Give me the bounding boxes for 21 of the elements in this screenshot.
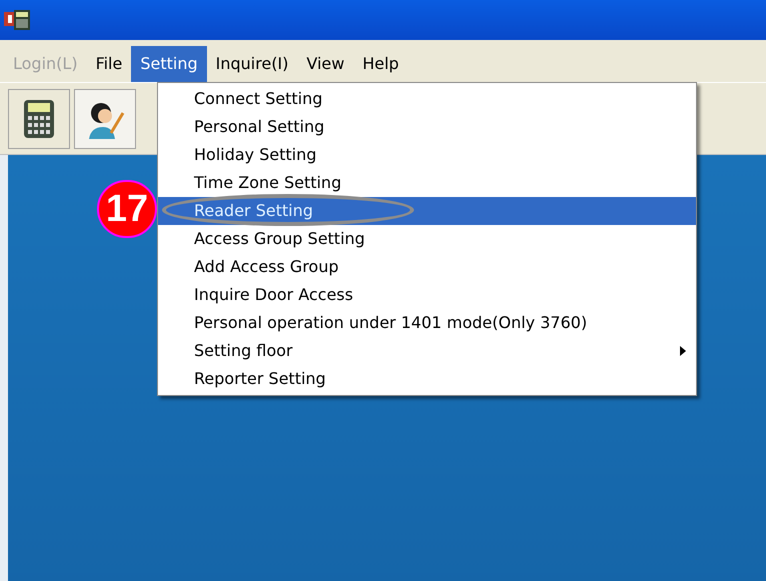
menu-option[interactable]: Reader Setting xyxy=(158,197,696,225)
menu-option[interactable]: Add Access Group xyxy=(158,253,696,281)
menu-option[interactable]: Personal Setting xyxy=(158,113,696,141)
menu-option[interactable]: Connect Setting xyxy=(158,85,696,113)
person-button[interactable] xyxy=(74,88,136,148)
menu-item[interactable]: Help xyxy=(353,46,408,82)
menu-option[interactable]: Inquire Door Access xyxy=(158,281,696,309)
menu-item[interactable]: Inquire(I) xyxy=(206,46,298,82)
submenu-arrow-icon xyxy=(680,346,686,356)
menu-item[interactable]: File xyxy=(86,46,132,82)
menu-item[interactable]: Setting xyxy=(131,46,207,82)
calculator-button[interactable] xyxy=(8,88,70,148)
menu-option[interactable]: Time Zone Setting xyxy=(158,169,696,197)
menu-option[interactable]: Setting floor xyxy=(158,337,696,365)
menu-option[interactable]: Access Group Setting xyxy=(158,225,696,253)
menu-option[interactable]: Holiday Setting xyxy=(158,141,696,169)
menu-option[interactable]: Personal operation under 1401 mode(Only 3760) xyxy=(158,309,696,337)
menu-item[interactable]: View xyxy=(298,46,354,82)
menu-option[interactable]: Reporter Setting xyxy=(158,365,696,393)
calculator-icon xyxy=(23,98,55,138)
app-icon xyxy=(4,9,32,31)
